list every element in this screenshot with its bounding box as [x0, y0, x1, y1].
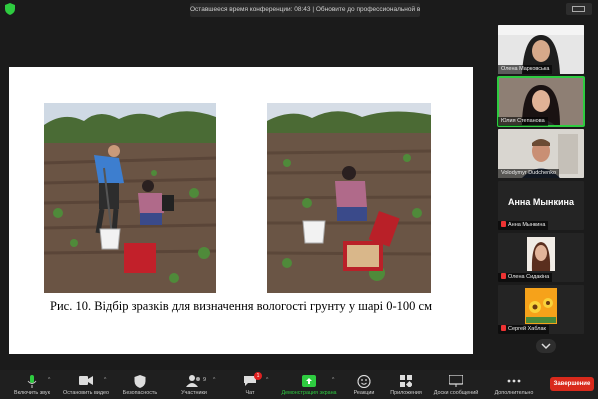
apps-button[interactable]: Приложения	[378, 372, 434, 398]
share-screen-button[interactable]: ^ Демонстрация экрана	[278, 372, 340, 398]
photo-soil-sampling-right	[267, 103, 431, 293]
participant-tile[interactable]: Олена Марковська	[498, 25, 584, 74]
participants-label: Участники	[181, 390, 207, 396]
top-banner: Оставшееся время конференции: 08:43 | Об…	[0, 0, 598, 20]
view-mode-button[interactable]	[566, 3, 592, 15]
participant-tile[interactable]: Олена Сидакіна	[498, 233, 584, 282]
mic-off-icon	[501, 325, 506, 331]
slide-caption: Рис. 10. Відбір зразків для визначення в…	[50, 299, 432, 313]
mic-off-icon	[501, 273, 506, 279]
participant-name-muted: Анна Мынкина	[498, 221, 549, 230]
participant-name: Volodymyr Dudchenko	[498, 169, 560, 178]
chat-label: Чат	[245, 390, 255, 396]
participant-name-muted: Олена Сидакіна	[498, 273, 553, 282]
participant-display-name: Анна Мынкина	[508, 197, 574, 207]
participant-name: Олена Марковська	[498, 65, 553, 74]
stop-video-label: Остановить видео	[63, 390, 109, 396]
apps-icon	[400, 375, 412, 387]
video-options-caret[interactable]: ^	[104, 377, 106, 383]
meeting-toolbar: ^ Включить звук ^ Остановить видео Безоп…	[0, 370, 598, 399]
audio-options-caret[interactable]: ^	[48, 377, 50, 383]
conference-time-banner[interactable]: Оставшееся время конференции: 08:43 | Об…	[190, 3, 420, 17]
chat-unread-badge: 1	[254, 372, 262, 380]
participants-gallery: Олена Марковська Юлия Степанова Volodymy…	[494, 20, 598, 360]
mic-off-icon	[501, 221, 506, 227]
smiley-icon	[357, 375, 371, 388]
more-dots-icon	[507, 379, 521, 383]
more-label: Дополнительно	[494, 390, 534, 396]
chevron-down-icon	[541, 343, 551, 350]
security-label: Безопасность	[122, 390, 158, 396]
apps-label: Приложения	[390, 390, 422, 396]
chat-options-caret[interactable]: ^	[266, 377, 268, 383]
participant-name: Юлия Степанова	[498, 117, 548, 126]
end-meeting-button[interactable]: Завершение	[550, 377, 594, 391]
shared-screen: Рис. 10. Відбір зразків для визначення в…	[0, 20, 488, 360]
shield-icon[interactable]	[5, 3, 15, 15]
participant-tile[interactable]: Сергей Хаблак	[498, 285, 584, 334]
photo-soil-sampling-left	[44, 103, 216, 293]
participants-icon	[186, 375, 200, 387]
share-options-caret[interactable]: ^	[332, 377, 334, 383]
microphone-icon	[27, 375, 37, 388]
presentation-slide: Рис. 10. Відбір зразків для визначення в…	[9, 67, 473, 354]
participants-count: 9	[203, 377, 207, 383]
stop-video-button[interactable]: ^ Остановить видео	[58, 372, 114, 398]
whiteboards-label: Доски сообщений	[433, 390, 479, 396]
chat-button[interactable]: 1 ^ Чат	[222, 372, 278, 398]
security-shield-icon	[134, 375, 146, 388]
participant-tile[interactable]: Volodymyr Dudchenko	[498, 129, 584, 178]
more-button[interactable]: Дополнительно	[486, 372, 542, 398]
share-screen-label: Демонстрация экрана	[281, 390, 337, 396]
share-screen-icon	[302, 375, 316, 387]
participants-options-caret[interactable]: ^	[213, 377, 215, 383]
video-camera-icon	[79, 376, 93, 385]
unmute-label: Включить звук	[14, 390, 50, 396]
unmute-button[interactable]: ^ Включить звук	[4, 372, 60, 398]
security-button[interactable]: Безопасность	[112, 372, 168, 398]
participants-button[interactable]: 9 ^ Участники	[166, 372, 222, 398]
participant-tile[interactable]: Анна Мынкина Анна Мынкина	[498, 181, 584, 230]
whiteboards-button[interactable]: Доски сообщений	[428, 372, 484, 398]
participant-name-muted: Сергей Хаблак	[498, 325, 549, 334]
whiteboard-icon	[449, 375, 463, 387]
view-icon	[572, 6, 585, 12]
participant-tile-active-speaker[interactable]: Юлия Степанова	[497, 76, 585, 127]
scroll-down-button[interactable]	[536, 339, 556, 353]
